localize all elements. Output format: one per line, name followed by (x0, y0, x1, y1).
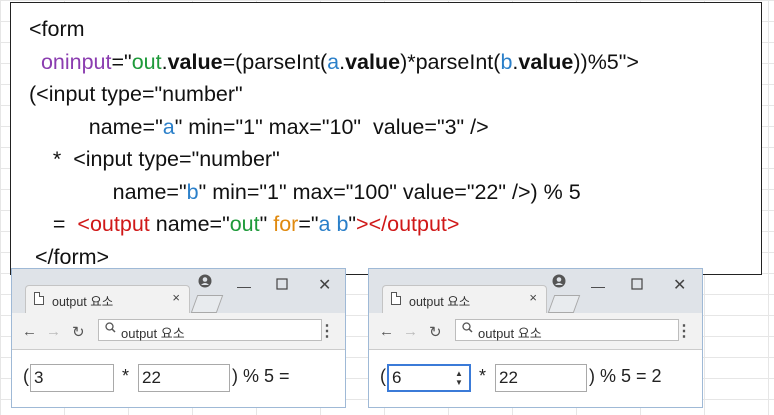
code-text: =" (298, 212, 319, 236)
code-line-6: name="b" min="1" max="100" value="22" />… (29, 176, 639, 209)
times-sign: * (479, 366, 487, 386)
spinner-icon[interactable]: ▲ ▼ (453, 369, 465, 387)
code-text: ))%5"> (573, 49, 639, 74)
arrow-right-icon[interactable]: → (403, 323, 418, 340)
code-value: value (518, 49, 574, 74)
code-text: )*parseInt( (400, 49, 501, 74)
address-text: output 요소 (478, 326, 542, 341)
page-content: ( 3 * 22 ) % 5 = (12, 350, 345, 407)
code-line-2: oninput="out.value=(parseInt(a.value)*pa… (29, 46, 639, 79)
number-input-a[interactable]: 3 (30, 364, 114, 392)
open-paren: ( (380, 366, 386, 386)
browser-tab[interactable]: output 요소 × (25, 285, 190, 313)
close-icon[interactable]: ✕ (318, 275, 331, 295)
account-icon[interactable] (552, 274, 566, 291)
maximize-icon[interactable] (276, 277, 288, 293)
browser-window-2: output 요소 × — ✕ ← → ↻ output 요소 ⋮ ( 6 ▲ ▼… (368, 268, 703, 408)
code-line-3: (<input type="number" (29, 82, 243, 106)
code-text: name=" (149, 212, 230, 236)
number-input-b[interactable]: 22 (138, 364, 230, 392)
browser-window-1: output 요소 × — ✕ ← → ↻ output 요소 ⋮ ( 3 * … (11, 268, 346, 408)
code-line-4: name="a" min="1" max="10" value="3" /> (29, 111, 639, 144)
browser-toolbar: ← → ↻ output 요소 ⋮ (12, 313, 345, 350)
search-icon (105, 322, 116, 336)
open-paren: ( (23, 366, 29, 386)
code-a: a (162, 114, 175, 139)
code-text: " (348, 212, 357, 236)
document-icon (391, 292, 401, 305)
code-text: * <input type="number" (52, 147, 280, 171)
code-text: " min="1" max="10" value="3" /> (174, 114, 489, 139)
arrow-left-icon[interactable]: ← (379, 323, 394, 340)
code-text: =" (111, 49, 132, 74)
close-icon[interactable]: ✕ (673, 275, 686, 295)
tab-close-icon[interactable]: × (172, 290, 180, 305)
code-text: " min="1" max="100" value="22" />) % 5 (198, 179, 581, 204)
code-text: = (52, 212, 78, 236)
tab-close-icon[interactable]: × (529, 290, 537, 305)
kebab-menu-icon[interactable]: ⋮ (319, 321, 335, 341)
code-value: value (167, 49, 223, 74)
new-tab-button[interactable] (190, 295, 224, 313)
code-tag-output-close: ></output> (356, 212, 460, 236)
code-tag-output: <output (77, 212, 150, 236)
code-ab: a b (318, 212, 349, 236)
code-out: out (131, 49, 162, 74)
code-b: b (500, 49, 513, 74)
address-bar[interactable]: output 요소 (98, 319, 322, 341)
reload-icon[interactable]: ↻ (429, 323, 442, 341)
search-icon (462, 322, 473, 336)
tab-title: output 요소 (409, 295, 471, 309)
code-attr-oninput: oninput (40, 49, 112, 74)
code-a: a (327, 49, 340, 74)
address-bar[interactable]: output 요소 (455, 319, 679, 341)
minimize-icon[interactable]: — (591, 278, 605, 294)
browser-tab[interactable]: output 요소 × (382, 285, 547, 313)
number-input-a-value: 6 (392, 368, 402, 387)
minimize-icon[interactable]: — (237, 278, 251, 294)
expression-suffix: ) % 5 = (232, 366, 290, 386)
code-box: <form oninput="out.value=(parseInt(a.val… (10, 2, 762, 275)
browser-toolbar: ← → ↻ output 요소 ⋮ (369, 313, 702, 350)
code-out: out (229, 212, 260, 236)
tab-title: output 요소 (52, 295, 114, 309)
document-icon (34, 292, 44, 305)
reload-icon[interactable]: ↻ (72, 323, 85, 341)
code-line-5: * <input type="number" (29, 143, 639, 176)
code-line-1: <form (29, 17, 85, 41)
code-text: name=" (88, 114, 163, 139)
account-icon[interactable] (198, 274, 212, 291)
code-value: value (345, 49, 401, 74)
code-text: name=" (112, 179, 187, 204)
title-bar: output 요소 × — ✕ (369, 269, 702, 313)
code-b: b (186, 179, 199, 204)
page-content: ( 6 ▲ ▼ * 22 ) % 5 = 2 (369, 350, 702, 407)
arrow-left-icon[interactable]: ← (22, 323, 37, 340)
number-input-b[interactable]: 22 (495, 364, 587, 392)
arrow-right-icon[interactable]: → (46, 323, 61, 340)
title-bar: output 요소 × — ✕ (12, 269, 345, 313)
code-listing: <form oninput="out.value=(parseInt(a.val… (29, 13, 639, 273)
times-sign: * (122, 366, 130, 386)
code-text: " (259, 212, 274, 236)
maximize-icon[interactable] (631, 277, 643, 293)
new-tab-button[interactable] (547, 295, 581, 313)
code-text: </form> (34, 244, 110, 269)
kebab-menu-icon[interactable]: ⋮ (676, 321, 692, 341)
address-text: output 요소 (121, 326, 185, 341)
code-line-7: = <output name="out" for="a b"></output> (29, 208, 639, 241)
code-attr-for: for (273, 212, 299, 236)
expression-suffix: ) % 5 = 2 (589, 366, 662, 386)
code-text: =(parseInt( (222, 49, 328, 74)
number-input-a[interactable]: 6 ▲ ▼ (387, 364, 471, 392)
